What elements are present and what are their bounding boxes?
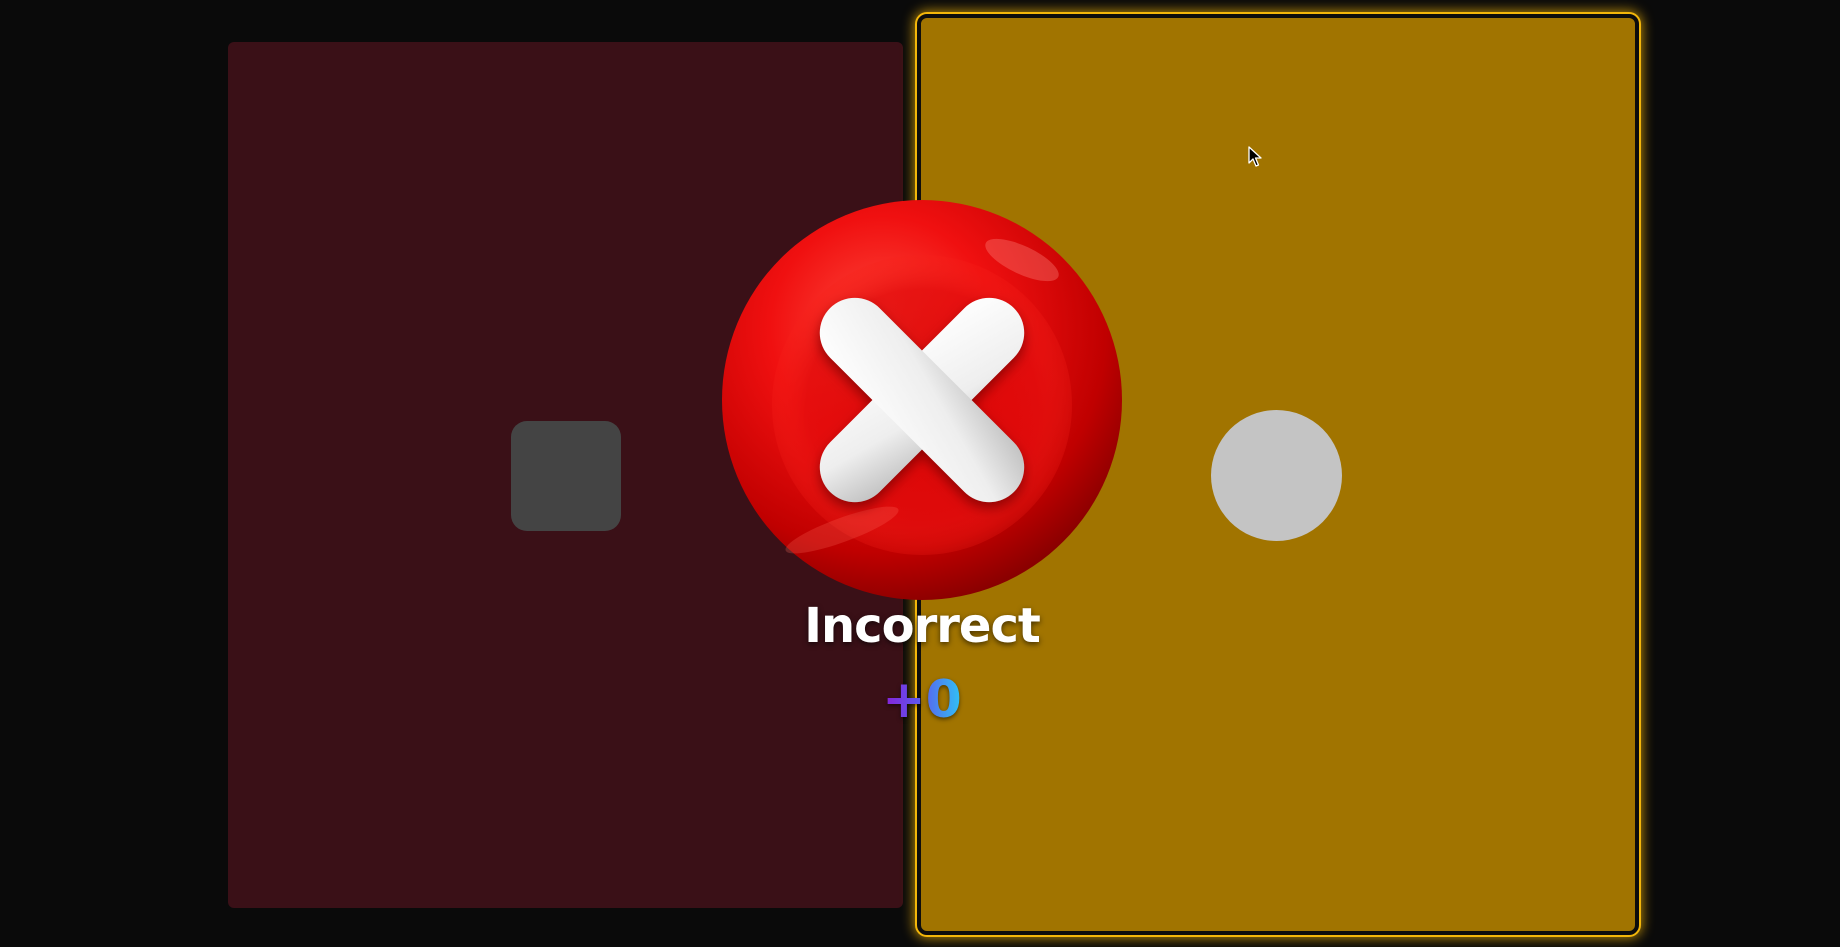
square-shape: [511, 421, 621, 531]
circle-shape: [1211, 410, 1342, 541]
left-choice-card[interactable]: [228, 42, 903, 908]
mouse-cursor-icon: [1248, 146, 1262, 167]
right-choice-card-selected[interactable]: [917, 14, 1639, 935]
game-stage: Incorrect +0: [0, 0, 1840, 947]
